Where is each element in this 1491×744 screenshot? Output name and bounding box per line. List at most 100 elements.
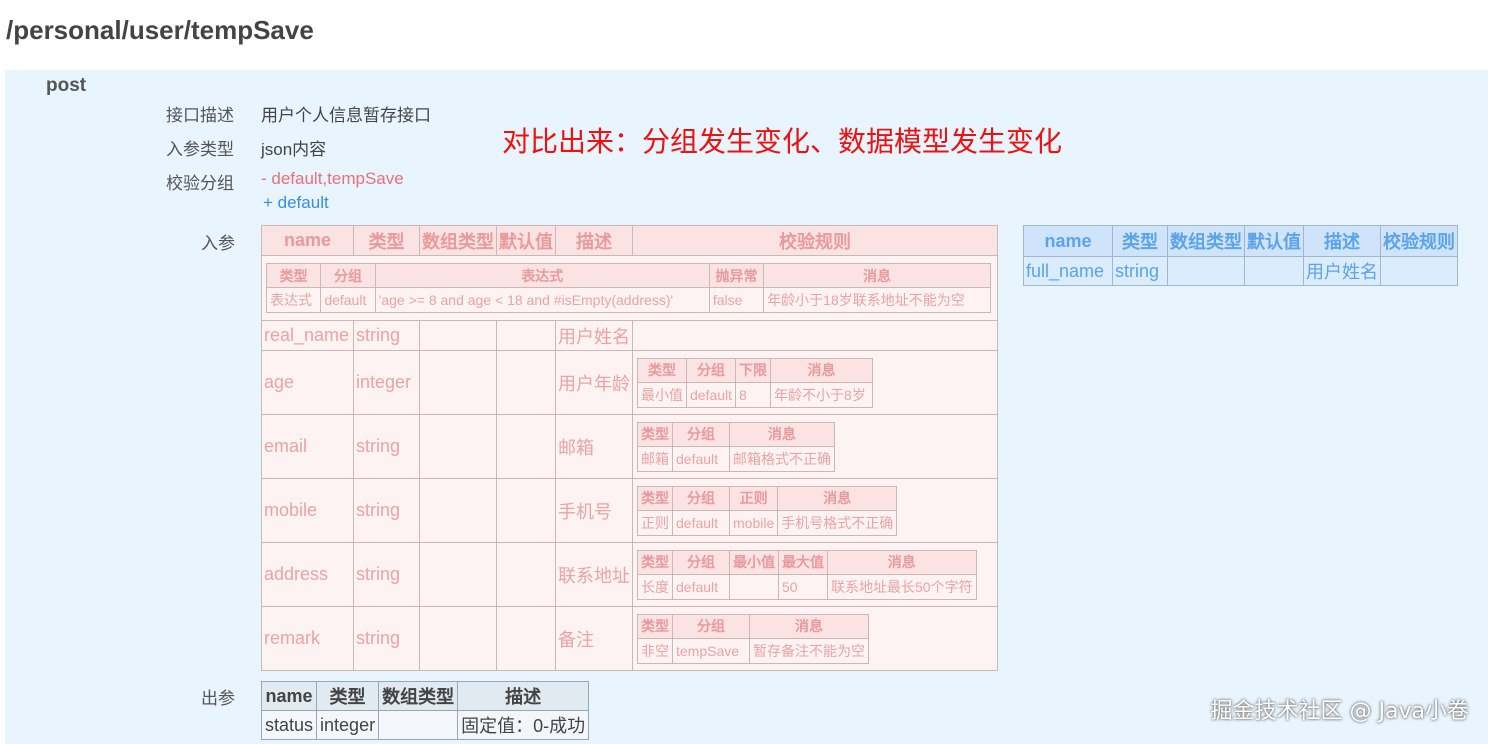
rule-cell: default — [685, 381, 737, 408]
rule-header: 分组 — [320, 263, 376, 288]
group-label: 校验分组 — [166, 174, 234, 194]
rule-cell: 暂存备注不能为空 — [749, 637, 869, 664]
param-rules: 类型 分组 最小值 最大值 消息 长度 default 50 联系地址最长50个… — [632, 542, 998, 607]
rule-header: 消息 — [777, 485, 898, 511]
param-name: full_name — [1023, 256, 1113, 286]
rule-header: 下限 — [735, 357, 772, 383]
param-name: email — [261, 414, 354, 479]
field-rule-table: 类型 分组 消息 邮箱 default 邮箱格式不正确 — [637, 421, 835, 472]
param-rules: 类型 分组 正则 消息 正则 default mobile 手机号格式不正确 — [632, 478, 998, 543]
field-rule-table: 类型 分组 消息 非空 tempSave 暂存备注不能为空 — [637, 613, 869, 664]
param-array-type — [378, 710, 459, 740]
field-rule-table: 类型 分组 最小值 最大值 消息 长度 default 50 联系地址最长50个… — [637, 549, 977, 600]
rule-cell: 邮箱 — [637, 445, 673, 472]
input-header-row: name 类型 数组类型 默认值 描述 校验规则 — [261, 225, 998, 256]
param-name: remark — [261, 606, 354, 671]
rule-header: 分组 — [672, 485, 730, 511]
rule-header: 正则 — [728, 485, 779, 511]
col-name: name — [1023, 225, 1113, 257]
new-model-table: name 类型 数组类型 默认值 描述 校验规则 full_name strin… — [1023, 225, 1458, 286]
rule-header: 类型 — [637, 549, 673, 575]
col-type: 类型 — [1112, 225, 1168, 257]
param-rules: 类型 分组 消息 邮箱 default 邮箱格式不正确 — [632, 414, 998, 479]
rule-header: 消息 — [749, 613, 869, 639]
comparison-headline: 对比出来：分组发生变化、数据模型发生变化 — [502, 125, 1063, 158]
rule-header: 分组 — [672, 613, 750, 639]
param-array-type — [419, 320, 497, 351]
rule-header: 分组 — [672, 549, 730, 575]
rule-cell: false — [708, 287, 765, 313]
rule-header: 最大值 — [778, 549, 828, 575]
table-row: address string 联系地址 类型 分组 最小值 最大值 消息 长度 … — [261, 542, 998, 607]
new-model-header-row: name 类型 数组类型 默认值 描述 校验规则 — [1023, 225, 1458, 257]
http-method: post — [46, 75, 87, 96]
param-default — [496, 320, 556, 351]
rule-header: 消息 — [729, 421, 835, 447]
param-desc: 用户年龄 — [555, 350, 633, 415]
rule-cell: 邮箱格式不正确 — [729, 445, 835, 472]
col-name: name — [261, 225, 354, 256]
rule-cell: 年龄不小于8岁 — [770, 381, 874, 408]
rule-cell: 非空 — [637, 637, 673, 664]
table-row: real_name string 用户姓名 — [261, 320, 998, 351]
param-desc: 用户姓名 — [1303, 256, 1381, 286]
col-type: 类型 — [316, 681, 380, 711]
param-desc: 手机号 — [555, 478, 633, 543]
col-name: name — [260, 681, 318, 711]
group-added: + default — [263, 193, 329, 212]
param-type: string — [353, 542, 420, 607]
table-row: status integer 固定值：0-成功 — [260, 710, 590, 740]
rule-cell: mobile — [728, 509, 779, 536]
param-desc: 固定值：0-成功 — [457, 710, 590, 740]
col-default: 默认值 — [1244, 225, 1304, 257]
rule-cell: default — [672, 509, 730, 536]
param-type: string — [353, 478, 420, 543]
field-rule-table: 类型 分组 下限 消息 最小值 default 8 年龄不小于8岁 — [637, 357, 874, 408]
output-label: 出参 — [201, 689, 235, 709]
table-row: age integer 用户年龄 类型 分组 下限 消息 最小值 default… — [261, 350, 998, 415]
param-name: mobile — [261, 478, 354, 543]
rule-cell: 联系地址最长50个字符 — [827, 573, 977, 600]
watermark: 掘金技术社区 @ Java小卷 — [1210, 699, 1469, 724]
param-type-value: json内容 — [261, 140, 327, 159]
rule-header: 消息 — [827, 549, 977, 575]
table-row: remark string 备注 类型 分组 消息 非空 tempSave 暂存… — [261, 606, 998, 671]
param-type: string — [1112, 256, 1168, 286]
col-rules: 校验规则 — [1380, 225, 1458, 257]
rule-header: 类型 — [637, 421, 673, 447]
desc-label: 接口描述 — [166, 106, 234, 126]
rule-header: 最小值 — [729, 549, 779, 575]
desc-value: 用户个人信息暂存接口 — [261, 106, 431, 125]
param-type-label: 入参类型 — [166, 140, 234, 160]
class-rule-row: 类型 分组 表达式 抛异常 消息 表达式 default 'age >= 8 a… — [261, 255, 998, 321]
param-array-type — [1167, 256, 1245, 286]
rule-header: 类型 — [637, 357, 687, 383]
param-name: address — [261, 542, 354, 607]
param-array-type — [419, 606, 497, 671]
output-params-table: name 类型 数组类型 描述 status integer 固定值：0-成功 — [260, 681, 590, 740]
param-default — [1244, 256, 1304, 286]
param-type: string — [353, 320, 420, 351]
param-rules — [1380, 256, 1458, 286]
param-default — [496, 542, 556, 607]
table-row: mobile string 手机号 类型 分组 正则 消息 正则 default… — [261, 478, 998, 543]
rule-cell: default — [320, 287, 376, 313]
rule-header: 分组 — [672, 421, 730, 447]
rule-cell: default — [672, 573, 730, 600]
output-header-row: name 类型 数组类型 描述 — [260, 681, 590, 711]
param-desc: 联系地址 — [555, 542, 633, 607]
class-rule-table: 类型 分组 表达式 抛异常 消息 表达式 default 'age >= 8 a… — [265, 263, 991, 313]
param-name: status — [260, 710, 318, 740]
param-default — [496, 414, 556, 479]
param-array-type — [419, 478, 497, 543]
param-name: age — [261, 350, 354, 415]
param-array-type — [419, 350, 497, 415]
col-desc: 描述 — [555, 225, 633, 256]
api-path: /personal/user/tempSave — [6, 15, 314, 45]
col-type: 类型 — [353, 225, 420, 256]
rule-cell: 年龄小于18岁联系地址不能为空 — [763, 287, 991, 313]
rule-cell: 最小值 — [637, 381, 687, 408]
param-type: integer — [316, 710, 380, 740]
rule-header: 消息 — [763, 263, 991, 288]
param-type: integer — [353, 350, 420, 415]
